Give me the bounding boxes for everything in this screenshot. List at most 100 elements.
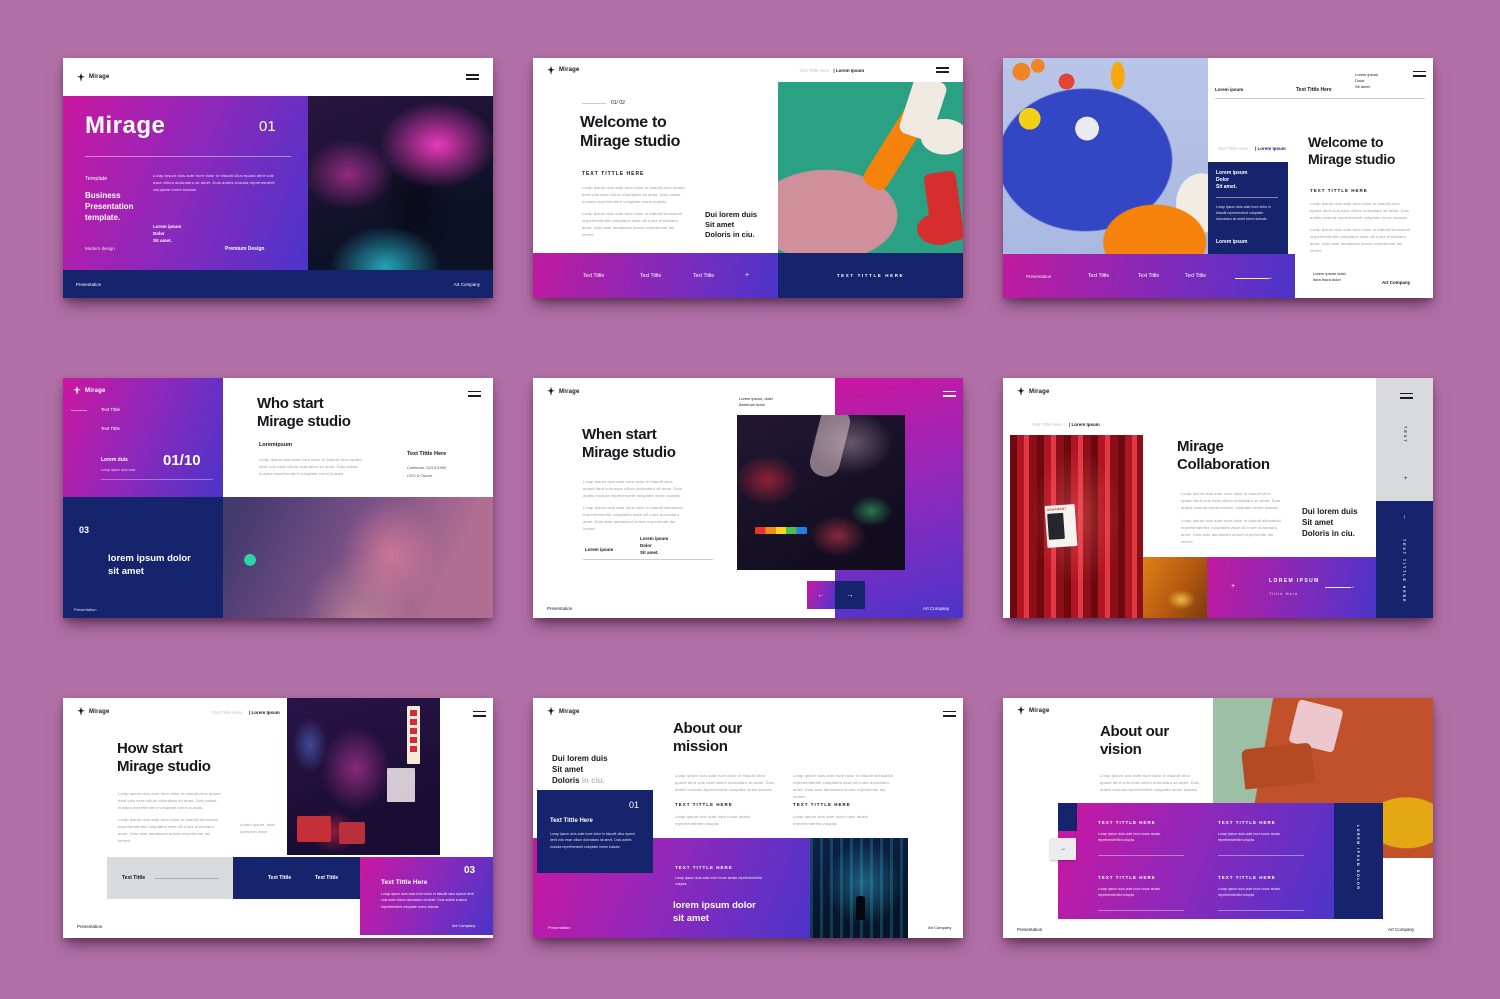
next-arrow[interactable]: → xyxy=(1235,275,1273,281)
brand-name: Mirage xyxy=(1029,708,1050,714)
footer-company: Art Company xyxy=(1388,927,1414,932)
lorem-caps-label: LOREM IPSUM xyxy=(1269,578,1320,584)
breadcrumb-muted[interactable]: Text Tittle Here xyxy=(212,710,242,715)
breadcrumb-muted[interactable]: Text Tittle Here xyxy=(1032,422,1062,427)
cover-subtitle: Business Presentation template. xyxy=(85,191,133,223)
template-label: Template xyxy=(85,176,107,182)
mirage-logo-icon xyxy=(547,707,555,716)
next-arrow[interactable]: → xyxy=(1325,584,1355,590)
paragraph: Lorap ipsum duis aute irure louse atusto… xyxy=(793,813,888,827)
slide-05-when-start: Mirage Lorem ipsum, duis! Aemirum dolor … xyxy=(533,378,963,618)
brand-lockup[interactable]: Mirage xyxy=(1017,706,1050,715)
modern-design-label: Modern design xyxy=(85,246,115,251)
photo-shape xyxy=(856,896,865,920)
menu-icon[interactable] xyxy=(936,64,949,75)
photo-shape xyxy=(387,768,415,802)
nav-item[interactable]: Text Tittle xyxy=(1088,273,1109,279)
nav-item[interactable]: Text Tittle xyxy=(693,273,714,279)
photo-breakfast-table xyxy=(1003,58,1208,254)
brand-lockup[interactable]: Mirage xyxy=(73,386,106,395)
footer-company: Art Company xyxy=(923,606,949,611)
photo-shape xyxy=(339,822,365,844)
paragraph: Lorap ipsum duis aute irure dolor in bla… xyxy=(1310,226,1412,254)
section-label: TEXT TITTLE HERE xyxy=(793,802,851,807)
divider xyxy=(1098,855,1184,856)
menu-icon[interactable] xyxy=(943,388,956,399)
nav-item[interactable]: Text Tittle xyxy=(1138,273,1159,279)
lorem-block: Lorem ipsum Dolor Sit amet. xyxy=(640,536,668,556)
photo-cyberpunk-city xyxy=(810,838,908,938)
slide-04-who-start: Mirage Text Tittle Text Tittle Lorem dui… xyxy=(63,378,493,618)
slide-title: About our vision xyxy=(1100,723,1169,758)
paragraph: Lorap ipsum duis aute irure dolor in bla… xyxy=(1181,517,1281,545)
plus-icon[interactable]: + xyxy=(1404,476,1408,482)
mirage-logo-icon xyxy=(77,707,85,716)
card-number: 03 xyxy=(464,865,475,876)
breadcrumb-muted[interactable]: Text Tittle Here xyxy=(1218,146,1248,151)
divider xyxy=(583,559,713,560)
paragraph: Lorap ipsum duis aute irure dolor in bla… xyxy=(582,210,687,238)
slide-title: When start Mirage studio xyxy=(582,426,676,461)
brand-lockup[interactable]: Mirage xyxy=(77,73,110,82)
footer-presentation: Presentation xyxy=(548,925,570,930)
card-gradient[interactable]: 03 Text Tittle Here Lorap ipsum duis aut… xyxy=(360,857,493,935)
card-navy[interactable]: Text Tittle Text Tittle xyxy=(233,857,360,899)
paragraph: Lorap ipsum duis aute irure dolor in bla… xyxy=(1181,490,1281,511)
nav-block[interactable]: Lorem ipsum Dolor Sit amet. xyxy=(1355,72,1378,89)
menu-icon[interactable] xyxy=(466,71,479,82)
card-number: 01 xyxy=(629,800,639,810)
prev-button[interactable]: ← xyxy=(807,581,835,609)
breadcrumb-strong[interactable]: | Lorem Ipsum xyxy=(1069,422,1100,427)
bottom-nav-gradient: Text Tittle Text Tittle Text Tittle + xyxy=(533,253,778,298)
menu-icon[interactable] xyxy=(1400,390,1413,401)
footer-presentation: Presentation xyxy=(74,607,96,612)
menu-icon[interactable] xyxy=(473,708,486,719)
next-button[interactable]: → xyxy=(1050,838,1076,860)
bottom-title-box[interactable]: TEXT TITTLE HERE xyxy=(778,253,963,298)
nav-item[interactable]: Text Tittle xyxy=(640,273,661,279)
sidebar-gradient: Mirage Text Tittle Text Tittle Lorem dui… xyxy=(63,378,223,497)
section-label: TEXT TITTLE HERE xyxy=(675,802,733,807)
breadcrumb[interactable]: Text Tittle Here | Lorem Ipsum xyxy=(799,68,864,73)
brand-lockup[interactable]: Mirage xyxy=(77,707,110,716)
section-label: TEXT TITTLE HERE xyxy=(1310,188,1368,193)
nav-item[interactable]: Lorem ipsum xyxy=(1215,87,1243,92)
side-note: Lorem ipsum, duis! Aemirum dolor xyxy=(240,821,290,835)
card-gray[interactable]: Text Tittle xyxy=(107,857,233,899)
menu-icon[interactable] xyxy=(468,388,481,399)
menu-item[interactable]: Text Tittle xyxy=(101,407,120,412)
brand-name: Mirage xyxy=(1029,389,1050,395)
slides-board: Mirage Mirage 01 Template Business Prese… xyxy=(63,58,1433,938)
plus-icon[interactable]: + xyxy=(745,272,749,279)
menu-icon[interactable] xyxy=(943,708,956,719)
brand-lockup[interactable]: Mirage xyxy=(1017,387,1050,396)
paragraph: Lorap ipsum duis aute irure dolor in bla… xyxy=(118,790,223,811)
divider xyxy=(1098,910,1184,911)
breadcrumb-strong[interactable]: | Lorem Ipsum xyxy=(1255,146,1286,151)
arrow-up-icon[interactable]: ↑ xyxy=(1403,515,1406,521)
menu-icon[interactable] xyxy=(1413,68,1426,79)
nav-item[interactable]: Text Tittle Here xyxy=(1296,87,1332,93)
slide-footer: Presentation Art Company xyxy=(63,270,493,298)
brand-lockup[interactable]: Mirage xyxy=(547,707,580,716)
nav-item[interactable]: Text Tittle xyxy=(1185,273,1206,279)
next-button[interactable]: → xyxy=(835,581,865,609)
menu-item[interactable]: Text Tittle xyxy=(101,426,120,431)
photo-shape xyxy=(297,816,331,842)
ornament-card: ORNAMENT xyxy=(1045,504,1078,548)
divider xyxy=(1216,197,1278,198)
nav-item[interactable]: Text Tittle xyxy=(583,273,604,279)
slide-title: Welcome to Mirage studio xyxy=(580,114,680,152)
section-label: TEXT TITTLE HERE xyxy=(675,865,733,870)
info-card: 01 Text Tittle Here Lorap ipsum duis aut… xyxy=(537,790,653,873)
brand-name: Mirage xyxy=(85,388,106,394)
plus-icon[interactable]: + xyxy=(1231,583,1235,590)
brand-lockup[interactable]: Mirage xyxy=(547,66,580,75)
brand-lockup[interactable]: Mirage xyxy=(547,387,580,396)
cover-title: Mirage xyxy=(85,112,165,140)
slide-header: Mirage xyxy=(63,58,493,96)
photo-red-curtain: ORNAMENT xyxy=(1010,435,1143,618)
breadcrumb-strong[interactable]: | Lorem Ipsum xyxy=(249,710,280,715)
footer-presentation: Presentation xyxy=(77,924,102,929)
photo-neon-portrait xyxy=(308,96,493,270)
